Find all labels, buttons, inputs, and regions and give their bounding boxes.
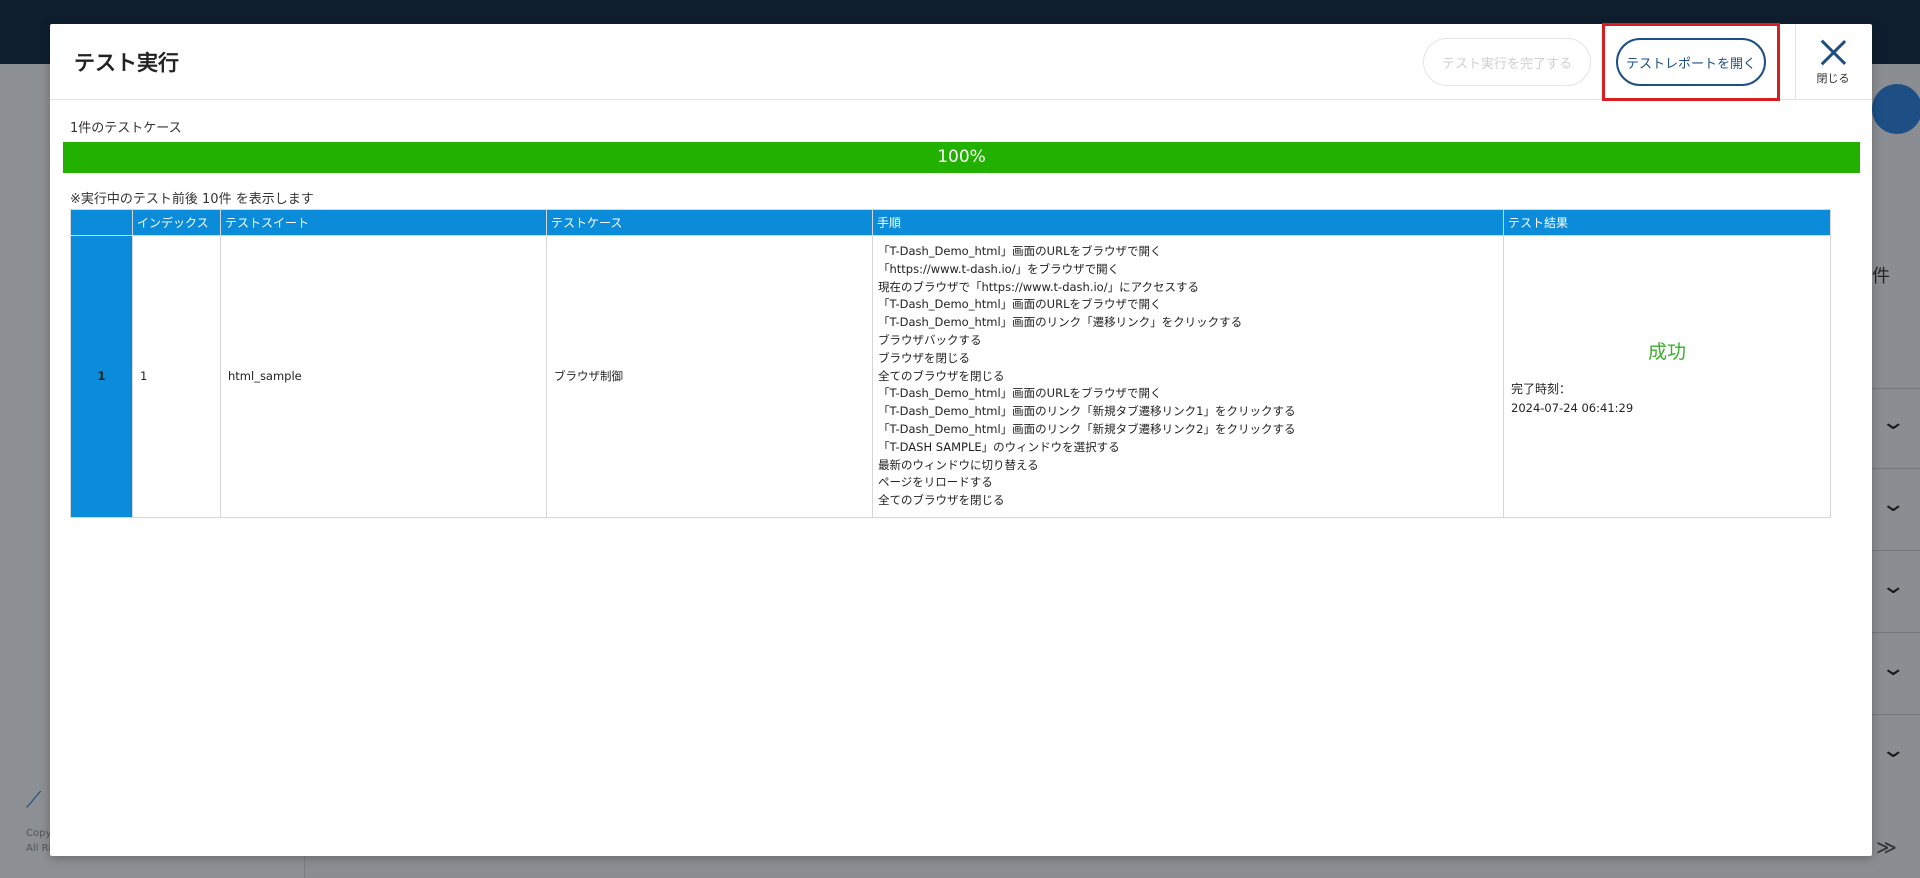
chevron-down-icon: ⌄ — [1880, 492, 1907, 517]
step-item: 「https://www.t-dash.io/」をブラウザで開く — [878, 261, 1120, 276]
close-button[interactable]: 閉じる — [1800, 34, 1866, 94]
step-item: 「T-DASH SAMPLE」のウィンドウを選択する — [878, 439, 1120, 454]
step-item: 現在のブラウザで「https://www.t-dash.io/」にアクセスする — [878, 279, 1200, 294]
background-row-divider — [1870, 388, 1920, 389]
column-header-row-number — [70, 209, 133, 236]
chevron-down-icon: ⌄ — [1880, 410, 1907, 435]
table-header-row: インデックス テストスイート テストケース 手順 テスト結果 — [70, 209, 1831, 236]
step-item: ページをリロードする — [878, 475, 993, 490]
row-index: 1 — [132, 235, 221, 518]
background-row-divider — [1870, 468, 1920, 469]
chevron-down-icon: ⌄ — [1880, 656, 1907, 681]
open-test-report-button[interactable]: テストレポートを開く — [1616, 38, 1766, 86]
modal-header: テスト実行 テスト実行を完了する テストレポートを開く 閉じる — [50, 23, 1872, 101]
row-test-case: ブラウザ制御 — [546, 235, 873, 518]
step-item: ブラウザを閉じる — [878, 350, 970, 365]
step-item: 全てのブラウザを閉じる — [878, 368, 1005, 383]
complete-test-button[interactable]: テスト実行を完了する — [1423, 38, 1591, 86]
step-item: 全てのブラウザを閉じる — [878, 493, 1005, 508]
close-label: 閉じる — [1816, 72, 1850, 85]
logo-icon: ⟋ — [26, 788, 42, 813]
copyright-text: Copy — [26, 828, 52, 839]
column-header-test-suite: テストスイート — [220, 209, 547, 236]
display-notice: ※実行中のテスト前後 10件 を表示します — [70, 192, 314, 207]
completed-time-label: 完了時刻： — [1511, 382, 1572, 397]
background-row-divider — [1870, 632, 1920, 633]
result-status-badge: 成功 — [1647, 341, 1686, 364]
row-test-result: 成功 完了時刻： 2024-07-24 06:41:29 — [1503, 235, 1831, 518]
row-number: 1 — [70, 235, 133, 518]
column-header-index: インデックス — [132, 209, 221, 236]
test-case-count: 1件のテストケース — [70, 121, 182, 136]
step-item: 「T-Dash_Demo_html」画面のURLをブラウザで開く — [878, 386, 1162, 401]
column-header-steps: 手順 — [872, 209, 1504, 236]
progress-label: 100% — [937, 147, 986, 167]
chevron-down-icon: ⌄ — [1880, 738, 1907, 763]
step-item: ブラウザバックする — [878, 332, 982, 347]
background-row-divider — [1870, 714, 1920, 715]
background-count-label: 件 — [1872, 266, 1890, 287]
column-header-test-result: テスト結果 — [1503, 209, 1831, 236]
step-item: 最新のウィンドウに切り替える — [878, 457, 1039, 472]
step-item: 「T-Dash_Demo_html」画面のURLをブラウザで開く — [878, 244, 1162, 258]
copyright-text: All Ri — [26, 843, 52, 854]
background-action-button — [1872, 84, 1920, 134]
column-header-test-case: テストケース — [546, 209, 873, 236]
results-table: インデックス テストスイート テストケース 手順 テスト結果 1 1 html_… — [70, 209, 1831, 518]
test-execution-modal: テスト実行 テスト実行を完了する テストレポートを開く 閉じる 1件のテストケー… — [50, 23, 1872, 856]
double-chevron-right-icon: ≫ — [1876, 835, 1897, 859]
row-steps: 「T-Dash_Demo_html」画面のURLをブラウザで開く 「https:… — [872, 235, 1504, 518]
step-item: 「T-Dash_Demo_html」画面のリンク「新規タブ遷移リンク1」をクリッ… — [878, 404, 1296, 419]
background-row-divider — [1870, 550, 1920, 551]
chevron-down-icon: ⌄ — [1880, 574, 1907, 599]
close-icon — [1819, 38, 1847, 66]
modal-title: テスト実行 — [74, 51, 179, 75]
step-item: 「T-Dash_Demo_html」画面のURLをブラウザで開く — [878, 297, 1162, 312]
completed-time-value: 2024-07-24 06:41:29 — [1511, 401, 1634, 416]
step-item: 「T-Dash_Demo_html」画面のリンク「遷移リンク」をクリックする — [878, 315, 1243, 330]
progress-bar: 100% — [63, 142, 1860, 173]
row-test-suite: html_sample — [220, 235, 547, 518]
step-item: 「T-Dash_Demo_html」画面のリンク「新規タブ遷移リンク2」をクリッ… — [878, 421, 1296, 436]
table-row: 1 1 html_sample ブラウザ制御 「T-Dash_Demo_html… — [70, 235, 1831, 518]
header-divider — [1795, 24, 1796, 100]
